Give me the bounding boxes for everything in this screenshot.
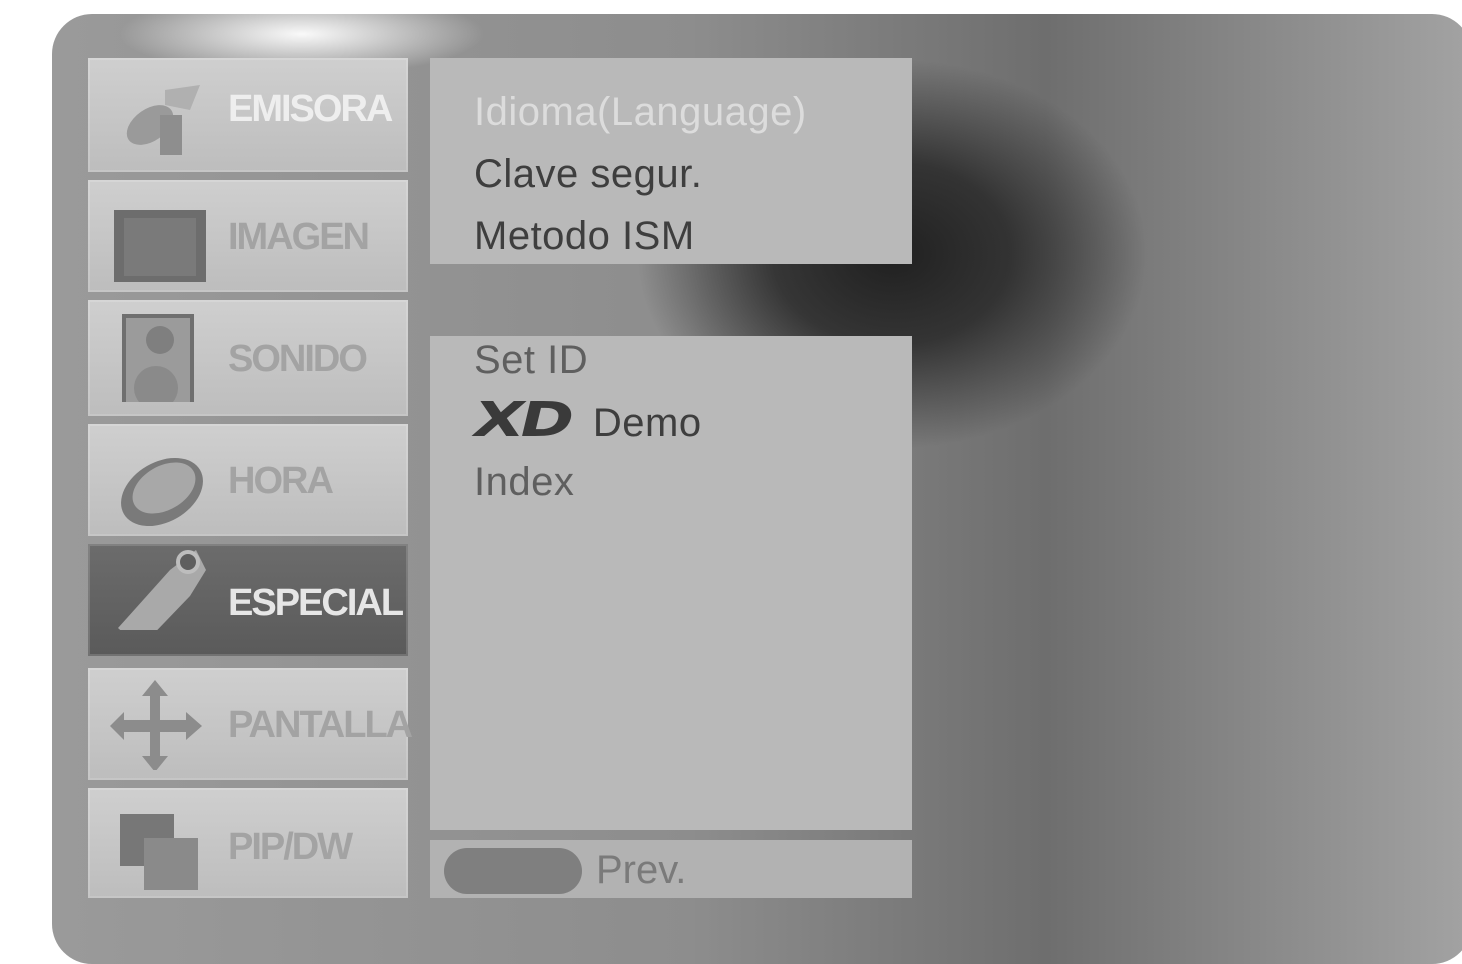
sidebar-item-label: PIP/DW (228, 826, 353, 868)
clock-icon (121, 457, 203, 526)
menu-item-idioma[interactable]: Idioma(Language) (474, 90, 807, 135)
submenu-panel-top: Idioma(Language) Clave segur. Metodo ISM (430, 58, 912, 264)
sidebar-item-label: HORA (228, 460, 334, 502)
sidebar-item-emisora[interactable]: EMISORA (88, 58, 408, 172)
satellite-dish-icon (126, 85, 200, 155)
sidebar-item-label: EMISORA (228, 88, 393, 130)
overlapping-windows-icon (120, 814, 198, 890)
sidebar-item-pip-dw[interactable]: PIP/DW (88, 788, 408, 898)
sidebar-item-especial[interactable]: ESPECIAL (88, 544, 408, 656)
sidebar-item-label: IMAGEN (228, 216, 370, 258)
menu-item-clave-segur[interactable]: Clave segur. (474, 152, 702, 197)
sidebar-item-imagen[interactable]: IMAGEN (88, 180, 408, 292)
sidebar-item-pantalla[interactable]: PANTALLA (88, 668, 413, 780)
xd-logo: XD (467, 392, 577, 448)
menu-item-set-id[interactable]: Set ID (474, 338, 588, 383)
sidebar-item-sonido[interactable]: SONIDO (88, 300, 408, 416)
menu-item-label: Demo (592, 401, 702, 445)
menu-item-index[interactable]: Index (474, 460, 574, 505)
sidebar-item-label: PANTALLA (228, 704, 413, 746)
menu-button-icon (444, 848, 582, 894)
sidebar-item-label: SONIDO (228, 338, 368, 380)
prev-label[interactable]: Prev. (596, 848, 686, 893)
footer-bar: Prev. (430, 840, 912, 898)
sidebar-item-hora[interactable]: HORA (88, 424, 408, 536)
speaker-icon (122, 314, 194, 402)
tag-icon (118, 550, 206, 630)
menu-item-xd-demo[interactable]: XD Demo (467, 392, 702, 448)
picture-icon (114, 210, 206, 282)
move-arrows-icon (110, 680, 202, 770)
submenu-panel-bottom: Set ID XD Demo Index (430, 336, 912, 830)
menu-item-metodo-ism[interactable]: Metodo ISM (474, 214, 695, 259)
sidebar-item-label: ESPECIAL (228, 582, 404, 624)
